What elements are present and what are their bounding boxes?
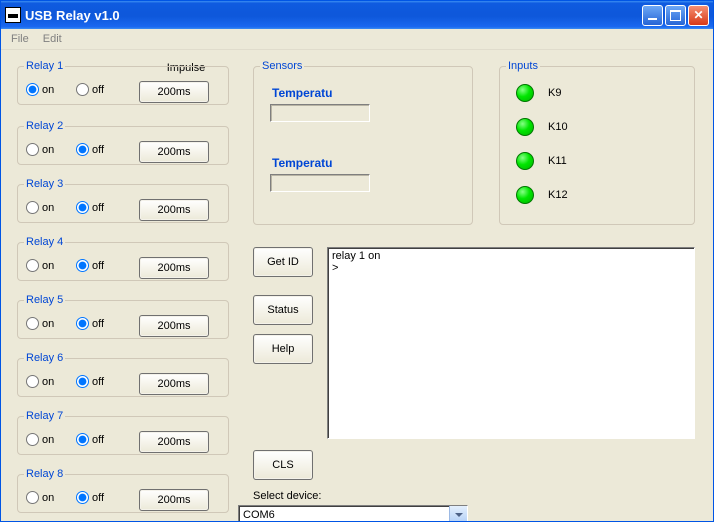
relay-group-2: Relay 2 on off 200ms <box>17 120 229 165</box>
relay-1-radio-off[interactable]: off <box>76 83 104 96</box>
input-led-k11 <box>516 152 534 170</box>
relay-4-impulse-button[interactable]: 200ms <box>139 257 209 279</box>
relay-3-impulse-button[interactable]: 200ms <box>139 199 209 221</box>
relay-7-impulse-button[interactable]: 200ms <box>139 431 209 453</box>
select-device-label: Select device: <box>253 490 321 502</box>
relay-6-impulse-button[interactable]: 200ms <box>139 373 209 395</box>
relay-2-radio-on[interactable]: on <box>26 143 54 156</box>
input-led-k9 <box>516 84 534 102</box>
select-device-combo[interactable]: COM6 <box>238 505 468 521</box>
relay-6-radio-on[interactable]: on <box>26 375 54 388</box>
inputs-group: Inputs K9 K10 K11 K12 <box>499 60 695 225</box>
sensors-group: Sensors Temperatu Temperatu <box>253 60 473 225</box>
inputs-legend: Inputs <box>506 60 540 72</box>
relay-legend-3: Relay 3 <box>24 178 65 190</box>
relay-legend-6: Relay 6 <box>24 352 65 364</box>
menu-file[interactable]: File <box>5 31 35 47</box>
minimize-button[interactable] <box>642 5 663 26</box>
relay-5-radio-off[interactable]: off <box>76 317 104 330</box>
relay-3-radio-off[interactable]: off <box>76 201 104 214</box>
menu-bar: File Edit <box>1 29 713 50</box>
relay-4-radio-off[interactable]: off <box>76 259 104 272</box>
relay-group-7: Relay 7 on off 200ms <box>17 410 229 455</box>
menu-edit[interactable]: Edit <box>37 31 68 47</box>
relay-8-radio-off[interactable]: off <box>76 491 104 504</box>
console-output[interactable]: relay 1 on > <box>327 247 695 439</box>
input-label-k10: K10 <box>548 121 568 133</box>
relay-legend-7: Relay 7 <box>24 410 65 422</box>
temperature-label-1: Temperatu <box>270 86 388 100</box>
relay-2-impulse-button[interactable]: 200ms <box>139 141 209 163</box>
relay-legend-5: Relay 5 <box>24 294 65 306</box>
input-led-k12 <box>516 186 534 204</box>
relay-3-radio-on[interactable]: on <box>26 201 54 214</box>
relay-7-radio-on[interactable]: on <box>26 433 54 446</box>
relay-2-radio-off[interactable]: off <box>76 143 104 156</box>
input-label-k12: K12 <box>548 189 568 201</box>
relay-8-impulse-button[interactable]: 200ms <box>139 489 209 511</box>
relay-group-6: Relay 6 on off 200ms <box>17 352 229 397</box>
input-led-k10 <box>516 118 534 136</box>
relay-group-4: Relay 4 on off 200ms <box>17 236 229 281</box>
relay-5-impulse-button[interactable]: 200ms <box>139 315 209 337</box>
temperature-value-1 <box>270 104 370 122</box>
title-bar: USB Relay v1.0 ✕ <box>1 1 713 29</box>
relay-4-radio-on[interactable]: on <box>26 259 54 272</box>
relay-7-radio-off[interactable]: off <box>76 433 104 446</box>
temperature-label-2: Temperatu <box>270 156 388 170</box>
help-button[interactable]: Help <box>253 334 313 364</box>
window-title: USB Relay v1.0 <box>25 8 642 23</box>
app-icon <box>5 7 21 23</box>
input-label-k9: K9 <box>548 87 561 99</box>
relay-legend-1: Relay 1 <box>24 60 65 72</box>
relay-group-1: Relay 1 on off 200ms <box>17 60 229 105</box>
select-device-value: COM6 <box>239 509 449 521</box>
maximize-button[interactable] <box>665 5 686 26</box>
input-label-k11: K11 <box>548 155 567 167</box>
sensors-legend: Sensors <box>260 60 304 72</box>
relay-group-8: Relay 8 on off 200ms <box>17 468 229 513</box>
cls-button[interactable]: CLS <box>253 450 313 480</box>
close-button[interactable]: ✕ <box>688 5 709 26</box>
relay-legend-8: Relay 8 <box>24 468 65 480</box>
relay-legend-4: Relay 4 <box>24 236 65 248</box>
status-button[interactable]: Status <box>253 295 313 325</box>
relay-1-impulse-button[interactable]: 200ms <box>139 81 209 103</box>
relay-1-radio-on[interactable]: on <box>26 83 54 96</box>
relay-group-3: Relay 3 on off 200ms <box>17 178 229 223</box>
get-id-button[interactable]: Get ID <box>253 247 313 277</box>
relay-6-radio-off[interactable]: off <box>76 375 104 388</box>
dropdown-icon[interactable] <box>449 506 467 521</box>
relay-legend-2: Relay 2 <box>24 120 65 132</box>
relay-8-radio-on[interactable]: on <box>26 491 54 504</box>
relay-5-radio-on[interactable]: on <box>26 317 54 330</box>
temperature-value-2 <box>270 174 370 192</box>
relay-group-5: Relay 5 on off 200ms <box>17 294 229 339</box>
